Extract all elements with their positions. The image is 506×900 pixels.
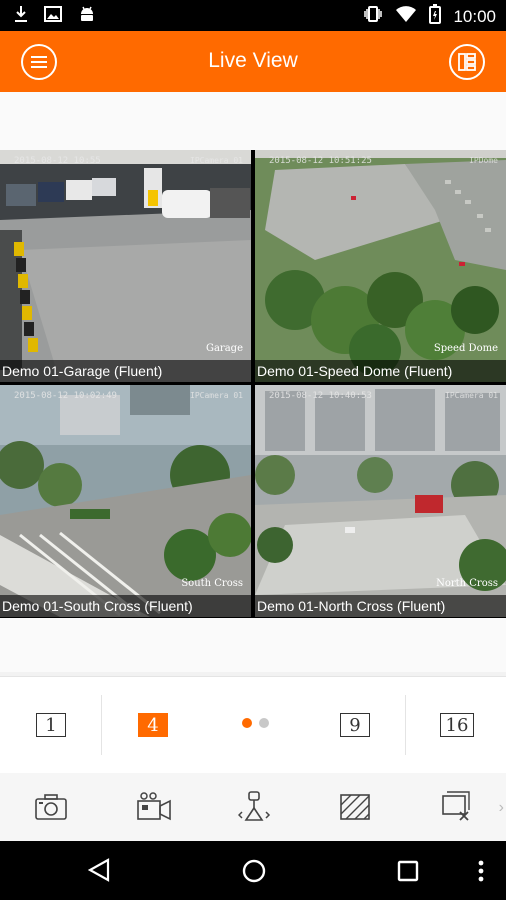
download-icon — [14, 5, 28, 28]
camera-label-overlay: IPCamera 01 — [190, 156, 243, 165]
layout-9-button[interactable]: 9 — [340, 713, 370, 737]
layout-4-button[interactable]: 4 — [138, 713, 168, 737]
timestamp-overlay: 2015-08-12 10:02:49 — [14, 391, 117, 401]
record-button[interactable] — [136, 790, 171, 824]
clock: 10:00 — [453, 6, 496, 26]
tile-caption: Demo 01-Speed Dome (Fluent) — [255, 360, 506, 382]
video-tile-north-cross[interactable]: 2015-08-12 10:40:53 IPCamera 01 North Cr… — [255, 385, 506, 617]
tile-caption: Demo 01-Garage (Fluent) — [0, 360, 251, 382]
overflow-menu-button[interactable] — [478, 860, 484, 887]
record-video-icon — [137, 792, 171, 821]
layout-16-button[interactable]: 16 — [440, 713, 474, 737]
page-dot — [259, 718, 269, 728]
recents-button[interactable] — [397, 860, 419, 887]
ptz-control-icon — [237, 791, 271, 821]
layout-1-button[interactable]: 1 — [36, 713, 66, 737]
osd-label: South Cross — [181, 578, 243, 589]
divider — [101, 695, 102, 755]
video-tile-south-cross[interactable]: 2015-08-12 10:02:49 IPCamera 01 South Cr… — [0, 385, 251, 617]
recents-icon — [397, 860, 419, 882]
tile-caption: Demo 01-South Cross (Fluent) — [0, 595, 251, 617]
android-icon — [78, 5, 96, 28]
close-all-windows-icon — [442, 791, 470, 821]
osd-label: Garage — [205, 343, 243, 354]
timestamp-overlay: 2015-08-12 10:40:53 — [269, 391, 372, 401]
vibrate-icon — [363, 5, 383, 28]
divider — [405, 695, 406, 755]
status-bar: 10:00 — [0, 0, 506, 31]
back-button[interactable] — [87, 858, 110, 887]
home-icon — [242, 859, 266, 883]
window-switch-button[interactable] — [449, 44, 485, 80]
osd-label: Speed Dome — [433, 343, 498, 354]
page-indicator[interactable] — [242, 718, 269, 728]
timestamp-overlay: 2015-08-12 10:51:25 — [269, 156, 372, 166]
camera-label-overlay: IPDome — [469, 156, 498, 165]
video-tile-garage[interactable]: 2015-08-12 10:55 IPCamera 01 Garage Demo… — [0, 150, 251, 382]
image-icon — [44, 6, 62, 27]
camera-label-overlay: IPCamera 01 — [190, 391, 243, 400]
capture-camera-icon — [35, 794, 67, 820]
image-quality-button[interactable] — [338, 790, 372, 824]
chevron-right-icon[interactable]: › — [499, 799, 504, 817]
wifi-icon — [395, 5, 417, 28]
tile-caption: Demo 01-North Cross (Fluent) — [255, 595, 506, 617]
window-switch-icon — [458, 53, 476, 71]
home-button[interactable] — [242, 859, 266, 888]
navigation-bar — [0, 841, 506, 900]
back-icon — [87, 858, 110, 882]
camera-label-overlay: IPCamera 01 — [445, 391, 498, 400]
ptz-button[interactable] — [237, 790, 272, 824]
video-tile-speed-dome[interactable]: 2015-08-12 10:51:25 IPDome Speed Dome De… — [255, 150, 506, 382]
image-quality-icon — [340, 794, 370, 820]
battery-icon — [429, 4, 442, 29]
osd-label: North Cross — [436, 578, 498, 589]
page-title: Live View — [208, 49, 298, 72]
app-bar: Live View — [0, 31, 506, 92]
timestamp-overlay: 2015-08-12 10:55 — [14, 156, 101, 166]
page-dot-active — [242, 718, 252, 728]
close-all-button[interactable] — [440, 790, 474, 824]
capture-button[interactable] — [34, 790, 68, 824]
toolbar: › — [0, 773, 506, 841]
video-grid: 2015-08-12 10:55 IPCamera 01 Garage Demo… — [0, 150, 506, 618]
more-vert-icon — [478, 860, 484, 882]
